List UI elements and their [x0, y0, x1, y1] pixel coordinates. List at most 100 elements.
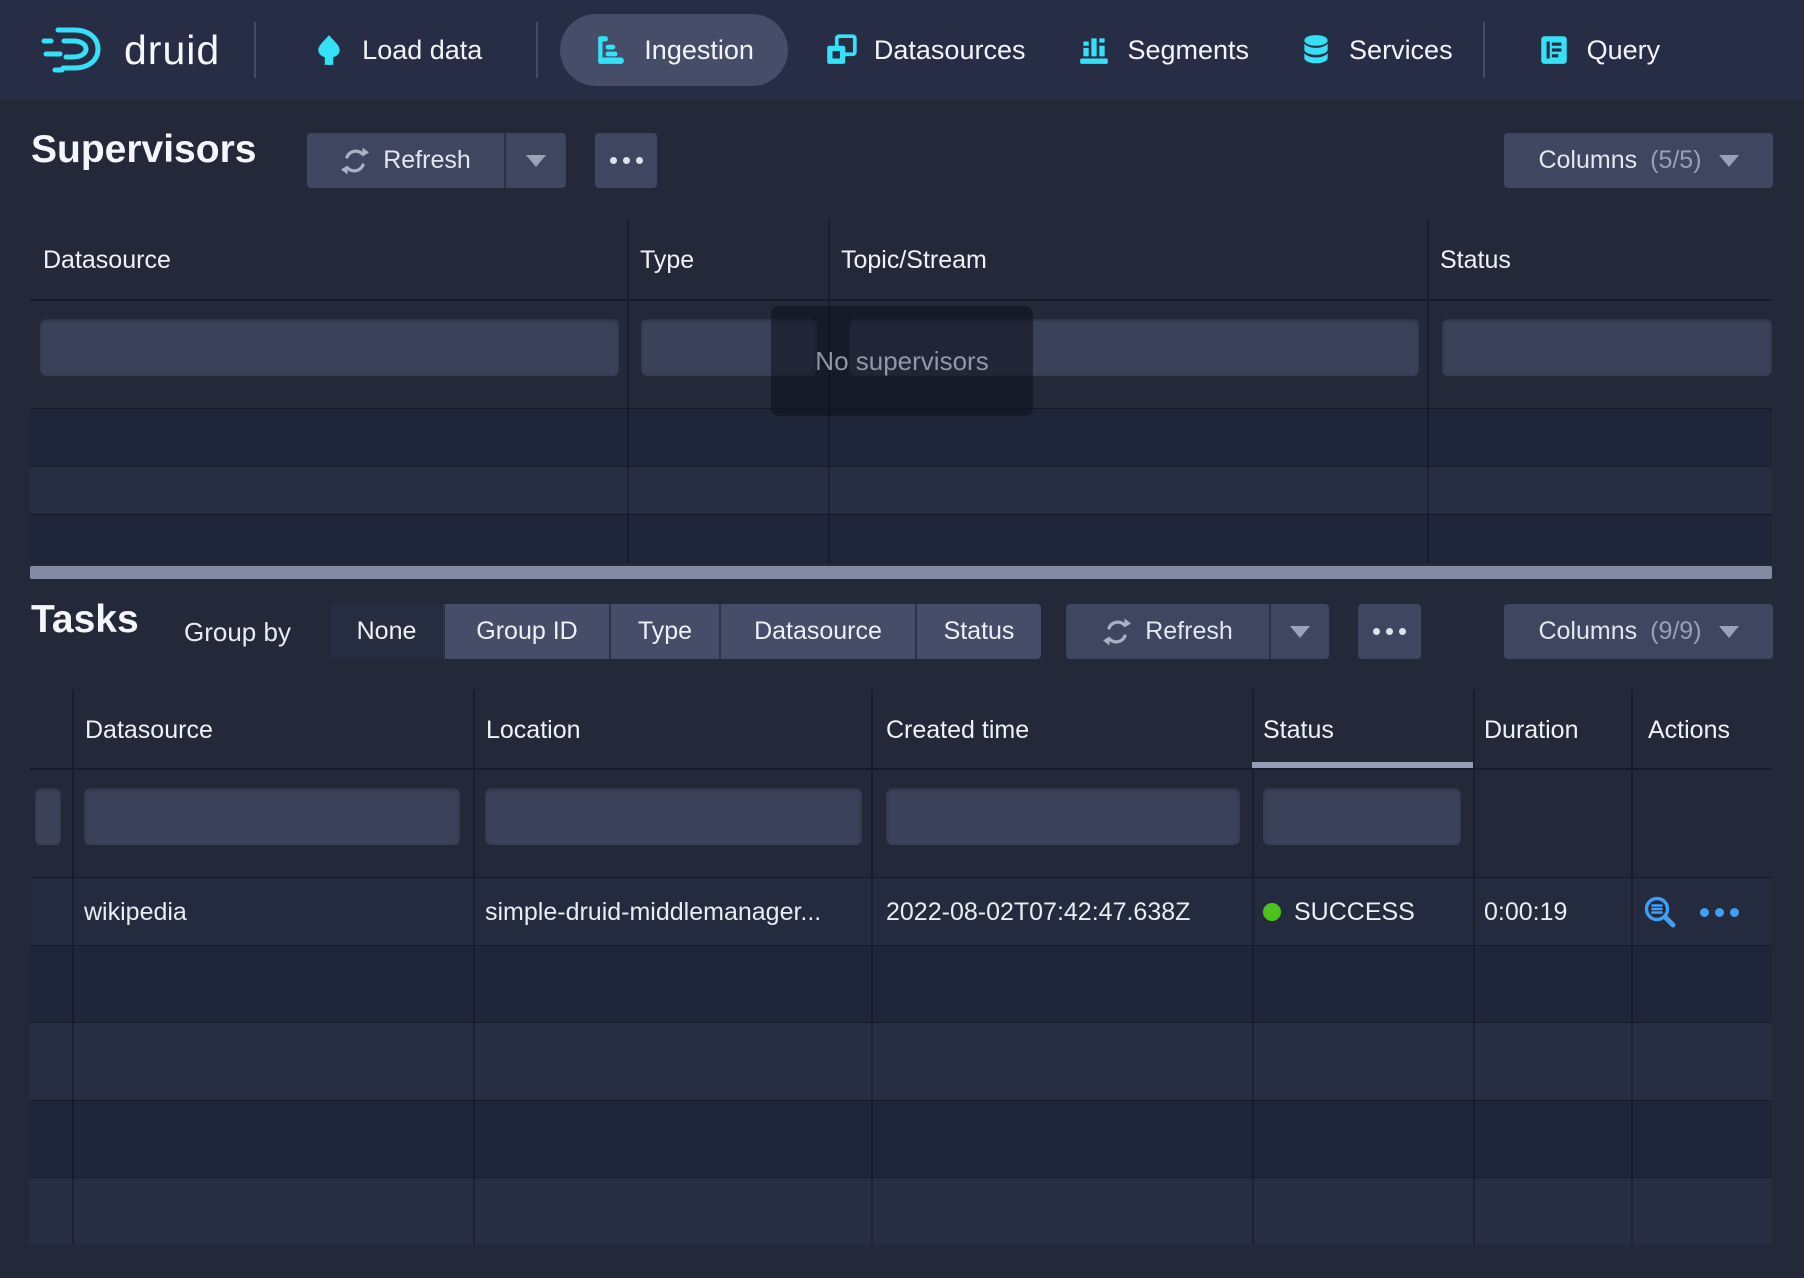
status-filter-input[interactable] — [1263, 788, 1461, 845]
nav-item-label: Query — [1587, 35, 1661, 66]
empty-table-row — [30, 1177, 1772, 1245]
nav-item-ingestion[interactable]: Ingestion — [560, 14, 788, 86]
top-navbar: druid Load data Ingestion Datasources — [0, 0, 1804, 100]
nav-item-segments[interactable]: Segments — [1051, 14, 1275, 86]
column-divider — [1473, 690, 1475, 1245]
supervisors-refresh-dropdown[interactable] — [504, 133, 566, 188]
group-by-status-button[interactable]: Status — [915, 604, 1041, 659]
column-header-topic-stream[interactable]: Topic/Stream — [828, 219, 1427, 301]
supervisors-columns-button[interactable]: Columns (5/5) — [1504, 133, 1773, 188]
query-document-icon — [1537, 33, 1571, 67]
nav-item-label: Segments — [1127, 35, 1249, 66]
nav-divider — [536, 22, 538, 78]
tasks-more-button[interactable] — [1358, 604, 1421, 659]
task-datasource-cell: wikipedia — [84, 878, 187, 946]
stacked-panels-icon — [824, 33, 858, 67]
group-by-type-button[interactable]: Type — [609, 604, 719, 659]
column-header-location[interactable]: Location — [473, 690, 871, 770]
nav-item-label: Datasources — [874, 35, 1026, 66]
more-icon — [610, 157, 643, 164]
horizontal-scrollbar[interactable] — [30, 566, 1772, 579]
refresh-label: Refresh — [383, 146, 471, 175]
tasks-table: wikipedia simple-druid-middlemanager... … — [30, 690, 1772, 1245]
tasks-refresh-button[interactable]: Refresh — [1066, 604, 1269, 659]
brand-name: druid — [124, 27, 220, 74]
task-status-text: SUCCESS — [1294, 898, 1415, 927]
supervisors-title: Supervisors — [31, 128, 256, 172]
task-row-wikipedia[interactable]: wikipedia simple-druid-middlemanager... … — [30, 877, 1772, 945]
nav-item-label: Services — [1349, 35, 1453, 66]
columns-count: (5/5) — [1650, 146, 1701, 175]
nav-item-load-data[interactable]: Load data — [282, 14, 512, 86]
nav-item-label: Ingestion — [644, 35, 754, 66]
column-header-actions[interactable]: Actions — [1631, 690, 1772, 770]
status-filter-input[interactable] — [1442, 319, 1772, 376]
group-by-group-id-button[interactable]: Group ID — [443, 604, 609, 659]
task-status-cell: SUCCESS — [1263, 878, 1415, 946]
nav-item-services[interactable]: Services — [1275, 14, 1477, 86]
tasks-title: Tasks — [31, 598, 139, 642]
task-duration-cell: 0:00:19 — [1484, 878, 1567, 946]
empty-table-row — [30, 945, 1772, 1022]
group-by-button-group: None Group ID Type Datasource Status — [330, 604, 1041, 659]
more-icon — [1373, 628, 1406, 635]
empty-table-row — [30, 1022, 1772, 1100]
task-created-time-cell: 2022-08-02T07:42:47.638Z — [886, 878, 1190, 946]
tasks-refresh-dropdown[interactable] — [1269, 604, 1329, 659]
chevron-down-icon — [1719, 626, 1739, 638]
column-header-duration[interactable]: Duration — [1473, 690, 1631, 770]
supervisors-more-button[interactable] — [595, 133, 657, 188]
task-actions-cell — [1642, 878, 1739, 946]
sort-indicator — [1252, 762, 1473, 768]
chevron-down-icon — [526, 155, 546, 167]
druid-logo[interactable]: druid — [40, 23, 220, 77]
nav-item-query[interactable]: Query — [1511, 14, 1687, 86]
column-header-type[interactable]: Type — [627, 219, 828, 301]
empty-table-row — [30, 466, 1772, 514]
created-time-filter-input[interactable] — [886, 788, 1240, 845]
database-icon — [1299, 33, 1333, 67]
location-filter-input[interactable] — [485, 788, 862, 845]
row-more-actions-icon[interactable] — [1700, 908, 1739, 917]
datasource-filter-input[interactable] — [84, 788, 460, 845]
chevron-down-icon — [1719, 155, 1739, 167]
column-header-status[interactable]: Status — [1427, 219, 1772, 301]
tasks-columns-button[interactable]: Columns (9/9) — [1504, 604, 1773, 659]
header-divider — [30, 299, 1772, 301]
supervisors-refresh-button[interactable]: Refresh — [307, 133, 504, 188]
row-number-filter-input[interactable] — [35, 788, 61, 845]
header-divider — [30, 768, 1772, 770]
column-header-datasource[interactable]: Datasource — [72, 690, 473, 770]
column-divider — [473, 690, 475, 1245]
refresh-icon — [1102, 617, 1132, 647]
column-header-datasource[interactable]: Datasource — [30, 219, 627, 301]
columns-label: Columns — [1538, 146, 1637, 175]
column-divider — [1631, 690, 1633, 1245]
success-status-dot — [1263, 903, 1281, 921]
nav-divider — [254, 22, 256, 78]
inspect-magnifier-icon[interactable] — [1642, 894, 1678, 930]
empty-table-row — [30, 1100, 1772, 1177]
column-header-created-time[interactable]: Created time — [871, 690, 1252, 770]
group-by-none-button[interactable]: None — [330, 604, 443, 659]
column-header-status[interactable]: Status — [1252, 690, 1473, 770]
chevron-down-icon — [1290, 626, 1310, 638]
group-by-datasource-button[interactable]: Datasource — [719, 604, 915, 659]
column-divider — [871, 690, 873, 1245]
group-by-label: Group by — [184, 617, 291, 648]
empty-table-row — [30, 408, 1772, 466]
bar-chart-icon — [1077, 33, 1111, 67]
columns-count: (9/9) — [1650, 617, 1701, 646]
refresh-label: Refresh — [1145, 617, 1233, 646]
nav-item-datasources[interactable]: Datasources — [798, 14, 1052, 86]
task-location-cell: simple-druid-middlemanager... — [485, 878, 821, 946]
empty-table-row — [30, 514, 1772, 563]
nav-item-label: Load data — [362, 35, 482, 66]
no-supervisors-message: No supervisors — [771, 306, 1033, 416]
datasource-filter-input[interactable] — [40, 319, 619, 376]
columns-label: Columns — [1538, 617, 1637, 646]
upload-arrow-icon — [312, 33, 346, 67]
ingestion-chart-icon — [594, 33, 628, 67]
column-divider — [72, 690, 74, 1245]
nav-divider — [1483, 22, 1485, 78]
